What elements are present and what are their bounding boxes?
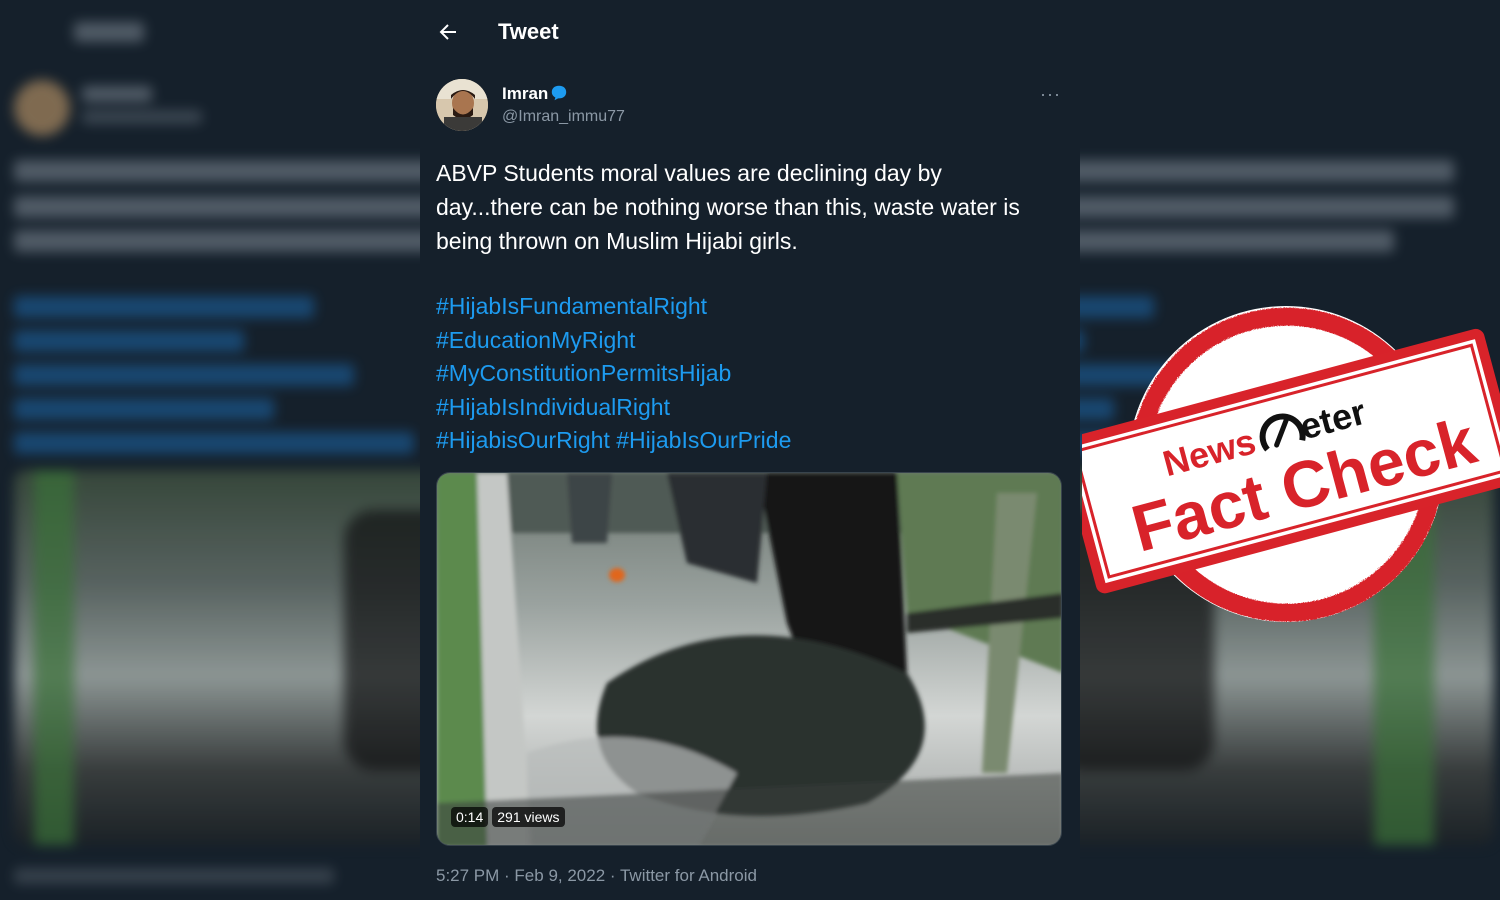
author-handle[interactable]: @Imran_immu77 <box>502 108 625 126</box>
video-badges: 0:14 291 views <box>451 807 565 827</box>
tweet-date-link[interactable]: Feb 9, 2022 <box>514 866 605 885</box>
avatar[interactable] <box>436 79 488 131</box>
hashtag-link[interactable]: #EducationMyRight <box>436 327 635 353</box>
author-display-name[interactable]: Imran <box>502 84 568 104</box>
more-horizontal-icon[interactable]: ··· <box>1040 84 1061 105</box>
video-duration-badge: 0:14 <box>451 807 489 827</box>
meta-separator: · <box>499 866 515 885</box>
screenshot-stage: Tweet Imran @Imran_immu77 ··· ABVP Stude… <box>0 0 1500 900</box>
tweet-text: ABVP Students moral values are declining… <box>436 160 1020 254</box>
hashtag-link[interactable]: #HijabIsIndividualRight <box>436 394 670 420</box>
tweet-time-link[interactable]: 5:27 PM <box>436 866 499 885</box>
meta-separator: · <box>605 866 620 885</box>
video-player[interactable]: 0:14 291 views <box>436 472 1062 846</box>
video-views-badge: 291 views <box>492 807 565 827</box>
hashtag-link[interactable]: #HijabisOurRight <box>436 427 610 453</box>
author-name-text[interactable]: Imran <box>502 84 548 103</box>
page-title: Tweet <box>498 19 559 44</box>
blurred-backdrop-left <box>0 0 420 900</box>
arrow-left-icon[interactable] <box>436 20 460 44</box>
hashtag-link[interactable]: #HijabIsFundamentalRight <box>436 293 707 319</box>
hashtag-list: #HijabIsFundamentalRight #EducationMyRig… <box>436 290 1056 458</box>
hashtag-link[interactable]: #MyConstitutionPermitsHijab <box>436 360 731 386</box>
tweet-panel: Tweet Imran @Imran_immu77 ··· ABVP Stude… <box>420 0 1080 900</box>
video-frame <box>437 473 1061 845</box>
tweet-source-link[interactable]: Twitter for Android <box>620 866 757 885</box>
top-bar: Tweet <box>420 0 1080 64</box>
hashtag-link[interactable]: #HijabIsOurPride <box>616 427 791 453</box>
speech-bubble-icon <box>552 85 567 101</box>
tweet-meta: 5:27 PM · Feb 9, 2022 · Twitter for Andr… <box>436 866 757 886</box>
fact-check-stamp: News eter Fact Check <box>1082 306 1500 622</box>
